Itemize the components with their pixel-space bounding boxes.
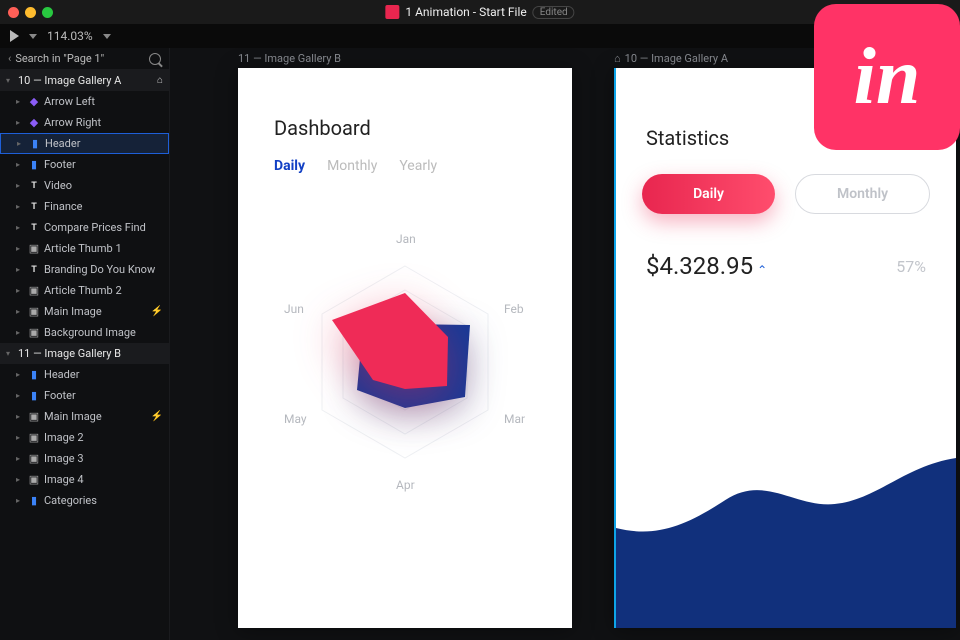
tree-item[interactable]: ▸▣Article Thumb 2 xyxy=(0,280,169,301)
trend-up-icon: ⌃ xyxy=(757,263,767,277)
artboard-label[interactable]: ⌂10 — Image Gallery A xyxy=(614,52,728,65)
radar-chart: Jan Feb Mar Apr May Jun xyxy=(238,184,572,524)
edited-badge: Edited xyxy=(533,6,575,19)
tree-item[interactable]: ▸▣Image 3 xyxy=(0,448,169,469)
search-icon[interactable] xyxy=(149,53,161,65)
search-input[interactable]: Search in "Page 1" xyxy=(15,52,145,65)
tree-item[interactable]: ▸▮Categories xyxy=(0,490,169,511)
layers-sidebar: ‹ Search in "Page 1" ▾10 — Image Gallery… xyxy=(0,48,170,640)
tree-item[interactable]: ▸TVideo xyxy=(0,175,169,196)
tree-item[interactable]: ▸▣Image 4 xyxy=(0,469,169,490)
invision-logo: in xyxy=(814,4,960,150)
radar-label-feb: Feb xyxy=(504,302,524,316)
traffic-lights xyxy=(8,7,53,18)
tree-item[interactable]: ▸▣Background Image xyxy=(0,322,169,343)
minimize-window-button[interactable] xyxy=(25,7,36,18)
tab-monthly[interactable]: Monthly xyxy=(327,158,377,174)
play-icon[interactable] xyxy=(10,30,19,42)
home-icon: ⌂ xyxy=(157,75,163,86)
bolt-icon: ⚡ xyxy=(151,306,163,317)
tree-item[interactable]: ▸▮Header xyxy=(0,364,169,385)
tree-item[interactable]: ▸▣Article Thumb 1 xyxy=(0,238,169,259)
pill-daily[interactable]: Daily xyxy=(642,174,775,214)
play-dropdown-icon[interactable] xyxy=(29,34,37,39)
maximize-window-button[interactable] xyxy=(42,7,53,18)
document-title: 1 Animation - Start File xyxy=(405,5,526,19)
search-row[interactable]: ‹ Search in "Page 1" xyxy=(0,48,169,70)
tree-item[interactable]: ▸◆Arrow Left xyxy=(0,91,169,112)
back-icon[interactable]: ‹ xyxy=(8,52,11,65)
tree-item[interactable]: ▸▮Footer xyxy=(0,154,169,175)
artboard-dashboard[interactable]: Dashboard Daily Monthly Yearly Jan xyxy=(238,68,572,628)
radar-label-jun: Jun xyxy=(284,302,304,316)
tree-item[interactable]: ▸▣Main Image⚡ xyxy=(0,301,169,322)
tree-section[interactable]: ▾10 — Image Gallery A⌂ xyxy=(0,70,169,91)
close-window-button[interactable] xyxy=(8,7,19,18)
document-icon xyxy=(385,5,399,19)
artboard-label[interactable]: 11 — Image Gallery B xyxy=(238,52,341,65)
tab-daily[interactable]: Daily xyxy=(274,158,305,174)
radar-label-jan: Jan xyxy=(396,232,416,246)
dashboard-tabs: Daily Monthly Yearly xyxy=(238,158,572,184)
radar-label-may: May xyxy=(284,412,307,426)
tree-item[interactable]: ▸TBranding Do You Know xyxy=(0,259,169,280)
pill-monthly[interactable]: Monthly xyxy=(795,174,930,214)
tree-item[interactable]: ▸▮Footer xyxy=(0,385,169,406)
layers-tree: ▾10 — Image Gallery A⌂▸◆Arrow Left▸◆Arro… xyxy=(0,70,169,640)
statistics-title: Statistics xyxy=(646,126,729,150)
home-icon: ⌂ xyxy=(614,52,621,65)
zoom-level[interactable]: 114.03% xyxy=(47,29,93,43)
tree-section[interactable]: ▾11 — Image Gallery B xyxy=(0,343,169,364)
tree-item[interactable]: ▸▮Header xyxy=(0,133,169,154)
tree-item[interactable]: ▸TFinance xyxy=(0,196,169,217)
bolt-icon: ⚡ xyxy=(151,411,163,422)
radar-label-mar: Mar xyxy=(504,412,525,426)
area-chart xyxy=(616,408,956,628)
amount: $4.328.95⌃ xyxy=(646,252,767,280)
tree-item[interactable]: ▸▣Image 2 xyxy=(0,427,169,448)
radar-label-apr: Apr xyxy=(396,478,415,492)
tree-item[interactable]: ▸▣Main Image⚡ xyxy=(0,406,169,427)
tree-item[interactable]: ▸TCompare Prices Find xyxy=(0,217,169,238)
dashboard-title: Dashboard xyxy=(238,68,572,158)
tab-yearly[interactable]: Yearly xyxy=(399,158,437,174)
zoom-dropdown-icon[interactable] xyxy=(103,34,111,39)
artboard-statistics[interactable]: Statistics Daily Monthly $4.328.95⌃ 57% xyxy=(614,68,956,628)
tree-item[interactable]: ▸◆Arrow Right xyxy=(0,112,169,133)
percent: 57% xyxy=(896,257,926,276)
